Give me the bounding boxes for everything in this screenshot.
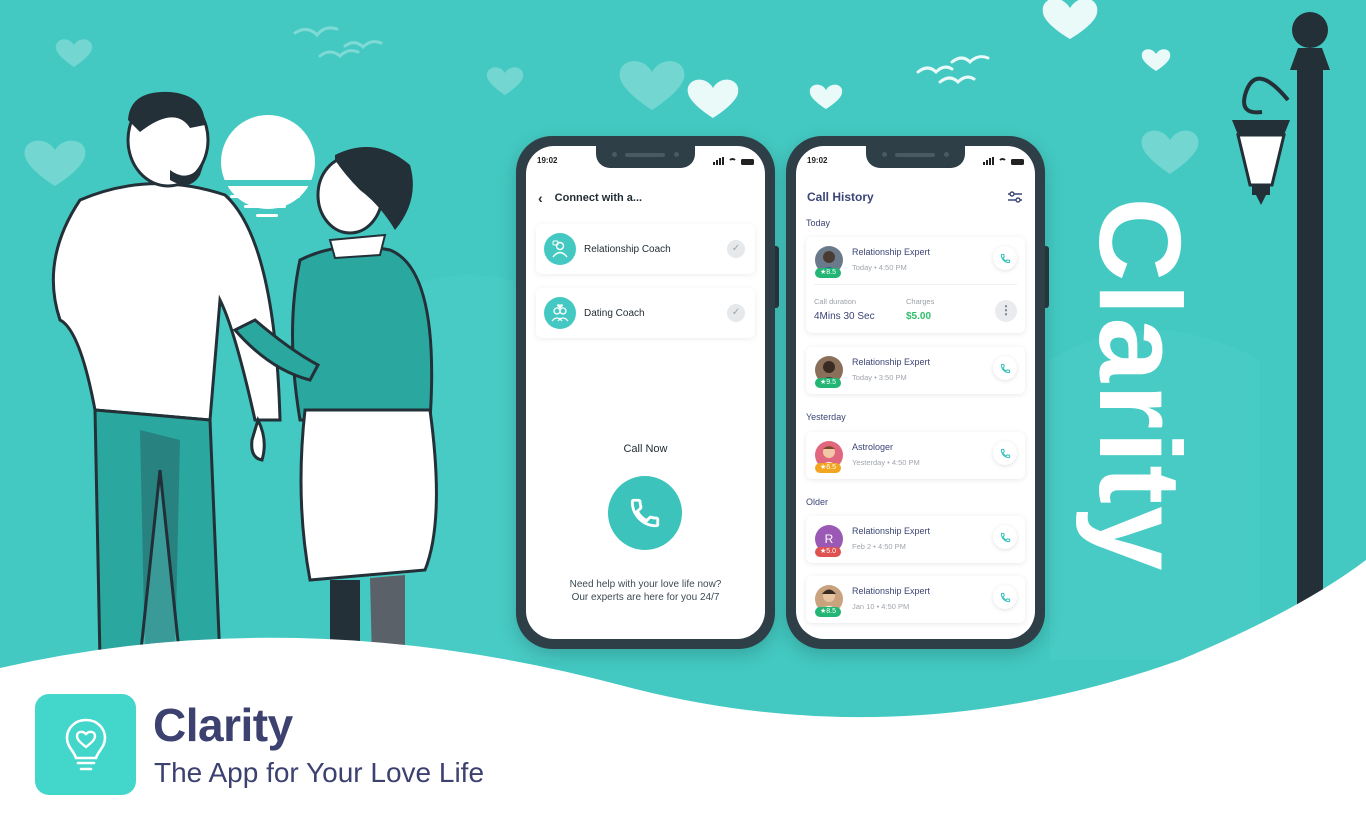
expert-name: Relationship Expert [852,586,931,596]
call-row[interactable]: R ★5.0 Relationship Expert Feb 2 • 4:50 … [806,516,1025,563]
call-time: Today • 4:50 PM [852,263,907,272]
connect-header: ‹ Connect with a... [538,190,642,206]
status-time: 19:02 [537,156,558,165]
vertical-brand-title: Clarity [1075,197,1205,573]
duration-label: Call duration [814,297,857,306]
option-dating-coach[interactable]: Dating Coach ✓ [536,288,755,338]
status-bar: 19:02 [807,156,1024,168]
expert-name: Relationship Expert [852,526,931,536]
rating-badge: ★6.5 [815,463,841,473]
call-time: Today • 3:50 PM [852,373,907,382]
call-detail: Call duration 4Mins 30 Sec Charges $5.00… [814,284,1017,333]
phone-icon [1000,532,1010,542]
phone-call-history: 19:02 Call History Today ★8.5 Relationsh… [786,136,1049,649]
call-history-screen: 19:02 Call History Today ★8.5 Relationsh… [796,146,1035,639]
call-now-button[interactable] [608,476,682,550]
call-button[interactable] [993,441,1017,465]
connect-screen: 19:02 ‹ Connect with a... Relationship C… [526,146,765,639]
option-label: Dating Coach [584,307,645,319]
connect-title: Connect with a... [554,192,643,204]
expert-name: Relationship Expert [852,247,931,257]
wifi-icon [728,158,737,165]
signal-icon [983,157,994,165]
charges-value: $5.00 [906,311,932,322]
phone-icon [1000,448,1010,458]
dating-icon [544,297,576,329]
check-icon[interactable]: ✓ [727,304,745,322]
help-line-2: Our experts are here for you 24/7 [571,592,720,603]
help-text: Need help with your love life now? Our e… [526,578,765,604]
battery-icon [1011,159,1024,165]
option-relationship-coach[interactable]: Relationship Coach ✓ [536,224,755,274]
call-button[interactable] [993,246,1017,270]
option-label: Relationship Coach [584,243,671,255]
help-line-1: Need help with your love life now? [569,579,722,590]
phone-icon [1000,253,1010,263]
rating-badge: ★8.5 [815,268,841,278]
back-arrow-icon[interactable]: ‹ [538,190,543,206]
expert-name: Astrologer [852,442,894,452]
phone-icon [1000,363,1010,373]
call-row[interactable]: ★6.5 Astrologer Yesterday • 4:50 PM [806,432,1025,479]
more-options-icon[interactable]: ⋮ [995,300,1017,322]
status-bar: 19:02 [537,156,754,168]
avatar-initial: R [824,532,834,546]
call-card[interactable]: ★8.5 Relationship Expert Jan 10 • 4:50 P… [806,576,1025,623]
rating-badge: ★5.0 [815,547,841,557]
call-card[interactable]: R ★5.0 Relationship Expert Feb 2 • 4:50 … [806,516,1025,563]
call-time: Yesterday • 4:50 PM [852,458,920,467]
filter-icon[interactable] [1007,190,1023,204]
phone-icon [1000,592,1010,602]
brand-tagline: The App for Your Love Life [154,757,485,788]
call-button[interactable] [993,585,1017,609]
rating-badge: ★9.5 [815,378,841,388]
phone-connect: 19:02 ‹ Connect with a... Relationship C… [516,136,779,649]
call-now-label: Call Now [623,443,668,455]
call-card[interactable]: ★6.5 Astrologer Yesterday • 4:50 PM [806,432,1025,479]
call-card[interactable]: ★9.5 Relationship Expert Today • 3:50 PM [806,347,1025,394]
rating-badge: ★8.5 [815,607,841,617]
brand-name: Clarity [153,699,293,751]
call-button[interactable] [993,356,1017,380]
section-today: Today [806,218,831,228]
app-logo [35,694,136,795]
signal-icon [713,157,724,165]
battery-icon [741,159,754,165]
charges-label: Charges [906,297,935,306]
status-time: 19:02 [807,156,828,165]
duration-value: 4Mins 30 Sec [814,311,875,322]
call-card-expanded[interactable]: ★8.5 Relationship Expert Today • 4:50 PM… [806,237,1025,333]
call-time: Feb 2 • 4:50 PM [852,542,906,551]
phone-icon [630,498,660,528]
section-yesterday: Yesterday [806,412,846,422]
promo-scene: Clarity 19:02 ‹ Connect with a... Relati… [0,0,1366,831]
wifi-icon [998,158,1007,165]
check-icon[interactable]: ✓ [727,240,745,258]
call-row[interactable]: ★8.5 Relationship Expert Today • 4:50 PM [806,237,1025,284]
coach-icon [544,233,576,265]
call-time: Jan 10 • 4:50 PM [852,602,910,611]
expert-name: Relationship Expert [852,357,931,367]
call-row[interactable]: ★9.5 Relationship Expert Today • 3:50 PM [806,347,1025,394]
lightbulb-heart-icon [65,718,106,770]
call-row[interactable]: ★8.5 Relationship Expert Jan 10 • 4:50 P… [806,576,1025,623]
call-button[interactable] [993,525,1017,549]
call-history-title: Call History [807,190,874,204]
section-older: Older [806,497,829,507]
